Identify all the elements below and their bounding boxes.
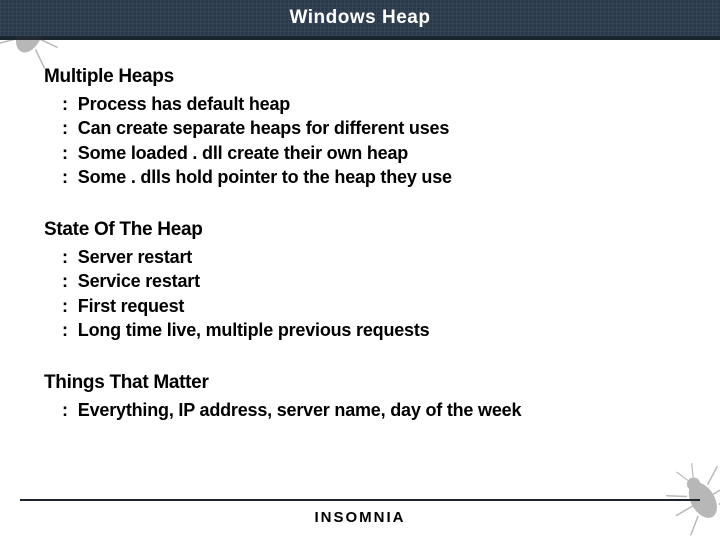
brand-label: INSOMNIA — [0, 509, 720, 526]
bullet-item: Some . dlls hold pointer to the heap the… — [62, 165, 680, 189]
section: State Of The Heap Server restart Service… — [44, 219, 680, 342]
bullet-list: Server restart Service restart First req… — [44, 245, 680, 342]
footer-divider — [20, 499, 700, 501]
section: Multiple Heaps Process has default heap … — [44, 66, 680, 189]
section-heading: Multiple Heaps — [44, 66, 680, 88]
bullet-item: Server restart — [62, 245, 680, 269]
bullet-item: Can create separate heaps for different … — [62, 116, 680, 140]
slide-title: Windows Heap — [290, 7, 431, 29]
slide-header: Windows Heap — [0, 0, 720, 36]
section-heading: Things That Matter — [44, 372, 680, 394]
bullet-item: Some loaded . dll create their own heap — [62, 141, 680, 165]
section-heading: State Of The Heap — [44, 219, 680, 241]
bullet-item: Service restart — [62, 269, 680, 293]
bullet-item: Everything, IP address, server name, day… — [62, 398, 680, 422]
bullet-list: Process has default heap Can create sepa… — [44, 92, 680, 189]
bullet-item: Long time live, multiple previous reques… — [62, 318, 680, 342]
section: Things That Matter Everything, IP addres… — [44, 372, 680, 422]
slide-content: Multiple Heaps Process has default heap … — [0, 40, 720, 463]
bullet-item: First request — [62, 294, 680, 318]
slide-footer: INSOMNIA — [0, 499, 720, 526]
bullet-item: Process has default heap — [62, 92, 680, 116]
bullet-list: Everything, IP address, server name, day… — [44, 398, 680, 422]
